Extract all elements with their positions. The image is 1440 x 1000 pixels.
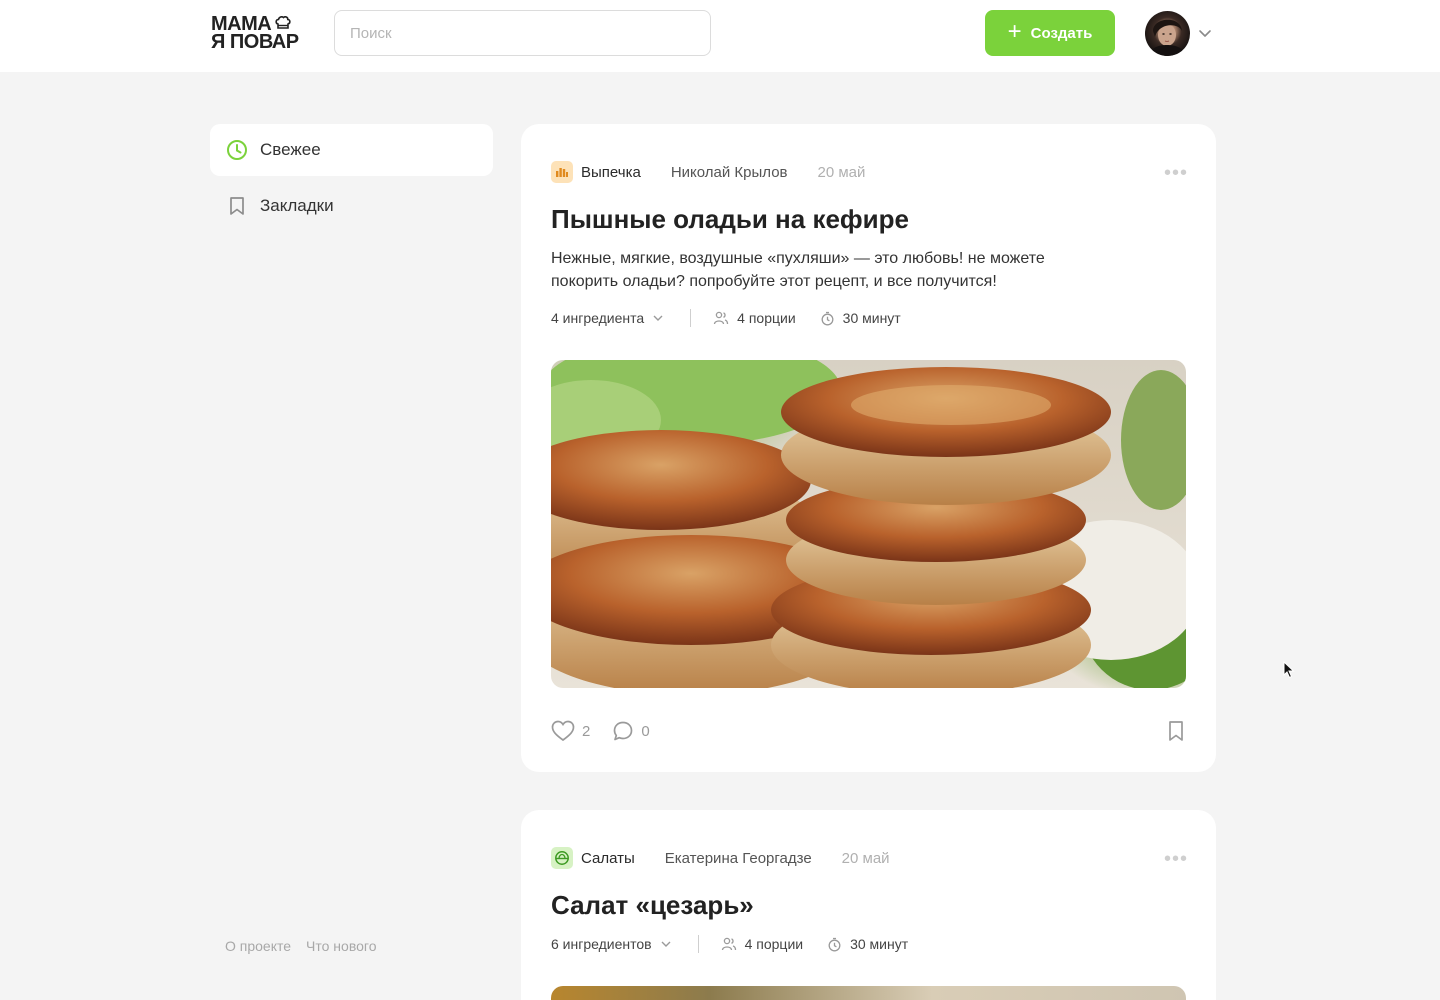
- portions-value: 4 порции: [744, 936, 804, 952]
- ingredients-toggle[interactable]: 4 ингредиента: [551, 310, 664, 326]
- plus-icon: +: [1007, 18, 1022, 45]
- portions-value: 4 порции: [737, 310, 796, 326]
- comment-icon: [613, 721, 633, 741]
- cook-time: 30 минут: [820, 310, 901, 326]
- more-options-icon[interactable]: •••: [1164, 163, 1187, 183]
- bread-icon: [551, 161, 573, 183]
- category-link[interactable]: Выпечка: [581, 164, 641, 181]
- recipe-card[interactable]: Салаты Екатерина Георгадзе 20 май ••• Са…: [521, 810, 1216, 1000]
- ingredients-count: 4 ингредиента: [551, 310, 645, 326]
- post-actions: 2 0: [551, 719, 672, 743]
- timer-icon: [821, 311, 834, 325]
- likes-count: 2: [582, 722, 591, 740]
- people-icon: [721, 937, 736, 951]
- whats-new-link[interactable]: Что нового: [306, 938, 376, 954]
- author-link[interactable]: Николай Крылов: [671, 164, 788, 181]
- footer-links: О проекте Что нового: [225, 938, 376, 954]
- ingredients-toggle[interactable]: 6 ингредиентов: [551, 936, 672, 952]
- bookmark-icon: [230, 197, 244, 215]
- comments-count: 0: [641, 722, 650, 740]
- comments-button[interactable]: 0: [612, 720, 650, 742]
- cook-time: 30 минут: [827, 936, 908, 952]
- chevron-down-icon: [661, 941, 671, 947]
- post-date: 20 май: [841, 849, 890, 867]
- time-value: 30 минут: [850, 936, 909, 952]
- category-link[interactable]: Салаты: [581, 850, 635, 867]
- search-input[interactable]: [334, 10, 711, 56]
- logo-line-2: Я ПОВАР: [211, 31, 299, 53]
- about-link[interactable]: О проекте: [225, 938, 291, 954]
- create-button[interactable]: + Создать: [985, 10, 1115, 56]
- pancakes-image: [551, 360, 1186, 688]
- sidebar-item-label: Свежее: [260, 140, 321, 159]
- chevron-down-icon: [653, 315, 663, 321]
- post-meta: Выпечка Николай Крылов 20 май: [551, 160, 865, 184]
- clock-icon: [227, 140, 247, 160]
- portions: 4 порции: [713, 310, 796, 326]
- sidebar-item-bookmarks[interactable]: Закладки: [210, 180, 493, 232]
- bookmark-icon[interactable]: [1166, 720, 1186, 742]
- timer-icon: [828, 937, 841, 951]
- salad-icon: [551, 847, 573, 869]
- divider: [697, 935, 699, 953]
- sidebar-item-fresh[interactable]: Свежее: [210, 124, 493, 176]
- recipe-photo[interactable]: [551, 986, 1186, 1000]
- post-meta: Салаты Екатерина Георгадзе 20 май: [551, 846, 890, 870]
- recipe-card[interactable]: Выпечка Николай Крылов 20 май ••• Пышные…: [521, 124, 1216, 772]
- author-link[interactable]: Екатерина Георгадзе: [665, 850, 812, 867]
- sidebar-item-label: Закладки: [260, 196, 334, 215]
- time-value: 30 минут: [842, 310, 901, 326]
- post-title[interactable]: Пышные оладьи на кефире: [551, 204, 909, 235]
- ingredients-count: 6 ингредиентов: [551, 936, 652, 952]
- divider: [690, 309, 692, 327]
- people-icon: [714, 311, 729, 325]
- top-bar: МАМА Я ПОВАР + Создать: [0, 0, 1440, 72]
- logo[interactable]: МАМА Я ПОВАР: [211, 14, 311, 55]
- more-options-icon[interactable]: •••: [1164, 849, 1187, 869]
- like-button[interactable]: 2: [551, 720, 590, 742]
- recipe-photo[interactable]: [551, 360, 1186, 688]
- recipe-stats: 4 ингредиента 4 порции 30 минут: [551, 307, 925, 329]
- avatar-photo: [1149, 19, 1186, 56]
- chevron-down-icon[interactable]: [1198, 26, 1212, 40]
- recipe-stats: 6 ингредиентов 4 порции 30 минут: [551, 933, 932, 955]
- heart-icon: [551, 720, 575, 742]
- post-date: 20 май: [817, 163, 866, 181]
- create-button-label: Создать: [1030, 24, 1093, 42]
- post-description: Нежные, мягкие, воздушные «пухляши» — эт…: [551, 250, 1045, 290]
- portions: 4 порции: [721, 936, 804, 952]
- chef-hat-icon: [275, 16, 291, 29]
- mouse-cursor-icon: [1283, 661, 1295, 679]
- post-title[interactable]: Салат «цезарь»: [551, 890, 754, 921]
- avatar[interactable]: [1145, 11, 1190, 56]
